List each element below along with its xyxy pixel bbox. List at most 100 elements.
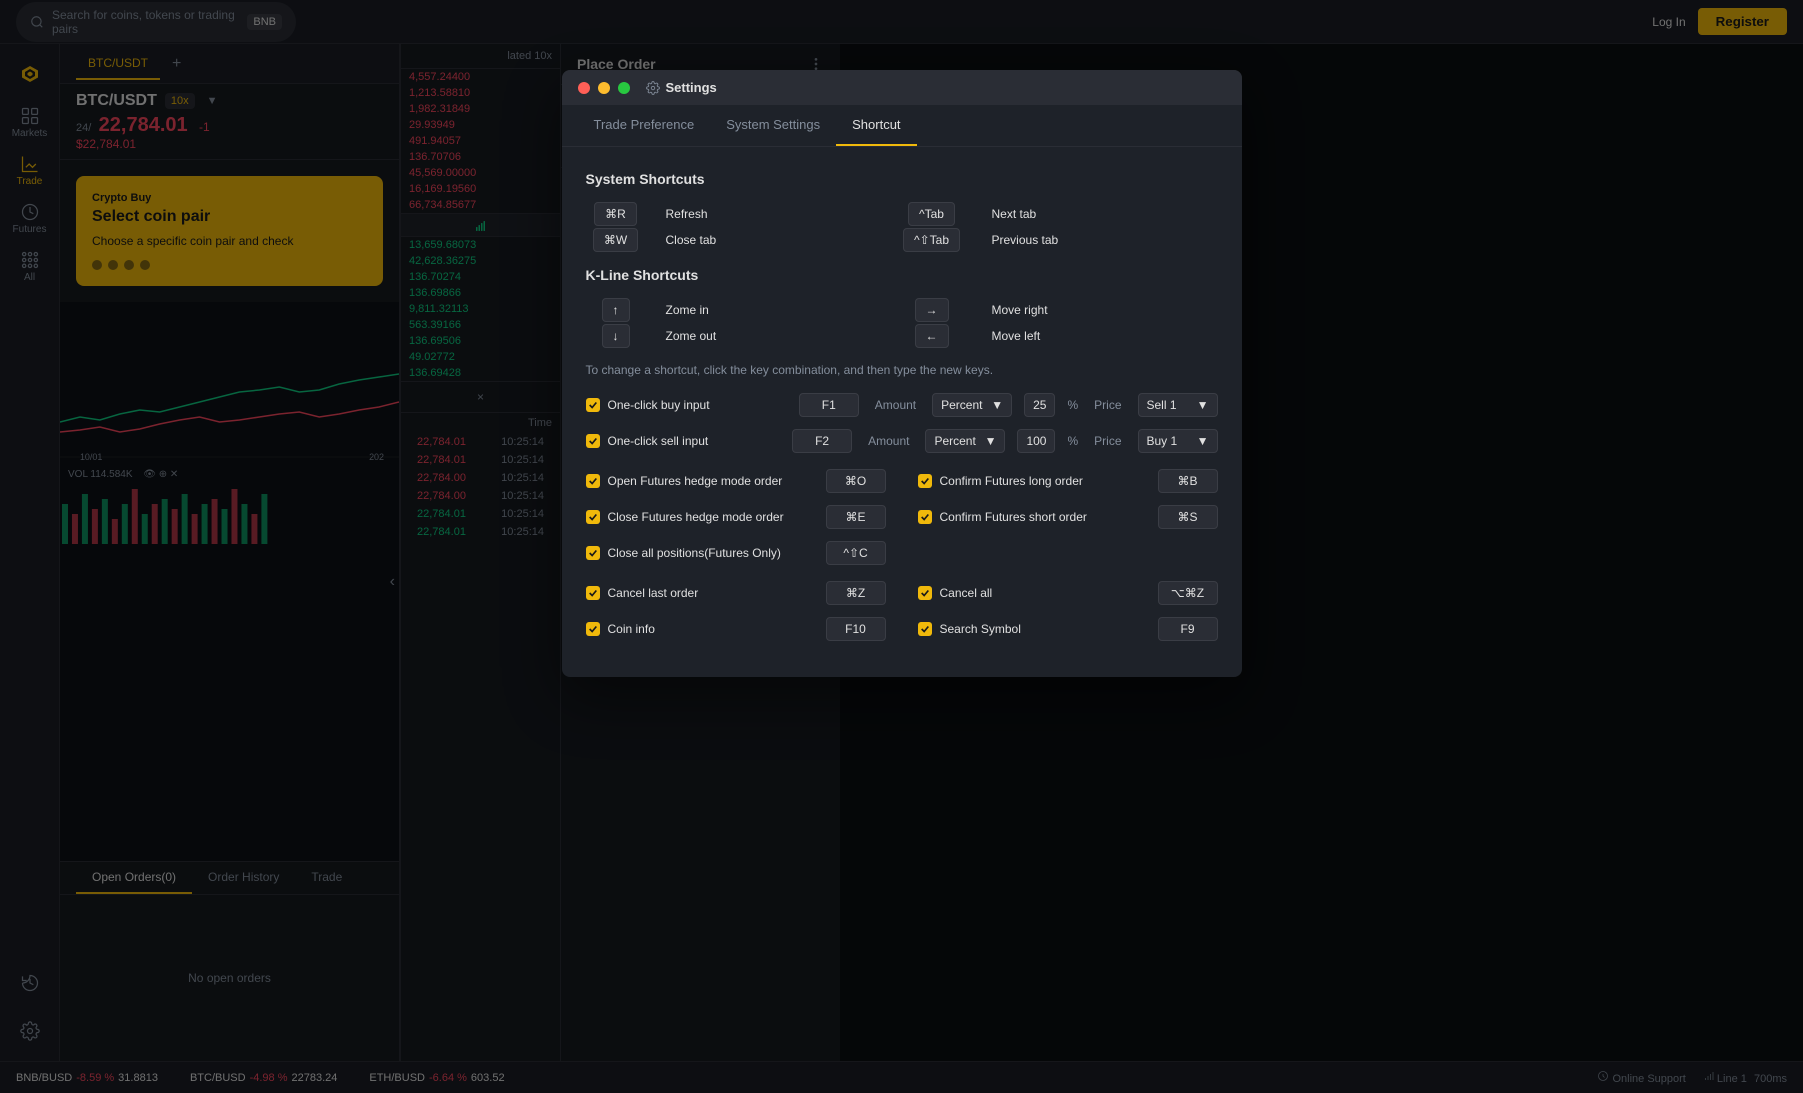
checkbox-one-click-buy[interactable] bbox=[586, 398, 600, 412]
futures-long-key[interactable]: ⌘B bbox=[1158, 469, 1218, 493]
sys-name2-2: Previous tab bbox=[992, 233, 1218, 247]
check-icon-9 bbox=[920, 624, 930, 634]
one-click-sell-pct: % bbox=[1067, 434, 1078, 448]
check-icon-2 bbox=[588, 512, 598, 522]
one-click-buy-percent-select[interactable]: Percent ▼ bbox=[932, 393, 1012, 417]
checkmark-icon-2 bbox=[588, 436, 598, 446]
checkbox-futures-hedge-close[interactable] bbox=[586, 510, 600, 524]
cancel-last-key[interactable]: ⌘Z bbox=[826, 581, 886, 605]
coin-info-key[interactable]: F10 bbox=[826, 617, 886, 641]
section-kline-title: K-Line Shortcuts bbox=[586, 267, 1218, 283]
system-shortcuts-table: ⌘R Refresh ^Tab Next tab ⌘W Close tab ^⇧… bbox=[586, 207, 1218, 247]
hint-text: To change a shortcut, click the key comb… bbox=[586, 363, 1218, 377]
one-click-sell-percent-select[interactable]: Percent ▼ bbox=[925, 429, 1005, 453]
search-symbol-label: Search Symbol bbox=[940, 622, 1150, 636]
checkbox-one-click-sell[interactable] bbox=[586, 434, 600, 448]
coin-info-label: Coin info bbox=[608, 622, 818, 636]
checkbox-search-symbol[interactable] bbox=[918, 622, 932, 636]
checkbox-futures-long[interactable] bbox=[918, 474, 932, 488]
traffic-green[interactable] bbox=[618, 82, 630, 94]
one-click-buy-row: One-click buy input F1 Amount Percent ▼ … bbox=[586, 393, 1218, 417]
other-shortcuts-grid: Cancel last order ⌘Z Coin info F10 bbox=[586, 581, 1218, 653]
checkbox-futures-close-all[interactable] bbox=[586, 546, 600, 560]
settings-modal: Settings Trade Preference System Setting… bbox=[562, 70, 1242, 677]
futures-close-all-label: Close all positions(Futures Only) bbox=[608, 546, 818, 560]
sys-name-2: Close tab bbox=[666, 233, 892, 247]
one-click-buy-price-label: Price bbox=[1094, 398, 1121, 412]
one-click-buy-amount-input[interactable]: 25 bbox=[1024, 393, 1055, 417]
check-icon-8 bbox=[920, 588, 930, 598]
sys-name2-1: Next tab bbox=[992, 207, 1218, 221]
futures-hedge-open-key[interactable]: ⌘O bbox=[826, 469, 886, 493]
one-click-buy-key[interactable]: F1 bbox=[799, 393, 859, 417]
one-click-sell-key[interactable]: F2 bbox=[792, 429, 852, 453]
modal-tab-system-settings[interactable]: System Settings bbox=[710, 105, 836, 146]
settings-icon bbox=[646, 81, 660, 95]
checkbox-cancel-all[interactable] bbox=[918, 586, 932, 600]
sys-key2-2: ^⇧Tab bbox=[892, 233, 972, 247]
sys-key-shift-tab[interactable]: ^⇧Tab bbox=[903, 228, 960, 252]
modal-title-text: Settings bbox=[666, 80, 717, 95]
futures-short-label: Confirm Futures short order bbox=[940, 510, 1150, 524]
futures-left-col: Open Futures hedge mode order ⌘O Close F… bbox=[586, 469, 886, 577]
cancel-last-row: Cancel last order ⌘Z bbox=[586, 581, 886, 605]
modal-body: System Shortcuts ⌘R Refresh ^Tab Next ta… bbox=[562, 147, 1242, 677]
traffic-red[interactable] bbox=[578, 82, 590, 94]
checkbox-futures-short[interactable] bbox=[918, 510, 932, 524]
traffic-yellow[interactable] bbox=[598, 82, 610, 94]
futures-close-all-row: Close all positions(Futures Only) ^⇧C bbox=[586, 541, 886, 565]
futures-right-col: Confirm Futures long order ⌘B Confirm Fu… bbox=[918, 469, 1218, 577]
one-click-sell-row: One-click sell input F2 Amount Percent ▼… bbox=[586, 429, 1218, 453]
futures-hedge-close-label: Close Futures hedge mode order bbox=[608, 510, 818, 524]
sys-key2-1: ^Tab bbox=[892, 207, 972, 221]
sys-shortcut-1: ⌘R Refresh ^Tab Next tab bbox=[586, 207, 1218, 221]
kline-name-2: Zome out bbox=[666, 329, 892, 343]
check-icon bbox=[588, 476, 598, 486]
modal-tab-shortcut[interactable]: Shortcut bbox=[836, 105, 916, 146]
kline-shortcut-2: ↓ Zome out ← Move left bbox=[586, 329, 1218, 343]
checkbox-cancel-last[interactable] bbox=[586, 586, 600, 600]
check-icon-7 bbox=[588, 624, 598, 634]
check-icon-5 bbox=[920, 512, 930, 522]
sys-key-cmd-r[interactable]: ⌘R bbox=[594, 202, 637, 226]
sys-key-2: ⌘W bbox=[586, 233, 646, 247]
one-click-sell-buy1-select[interactable]: Buy 1 ▼ bbox=[1138, 429, 1218, 453]
modal-titlebar: Settings bbox=[562, 70, 1242, 105]
checkbox-coin-info[interactable] bbox=[586, 622, 600, 636]
sys-key-cmd-w[interactable]: ⌘W bbox=[593, 228, 638, 252]
sys-name-1: Refresh bbox=[666, 207, 892, 221]
futures-close-all-key[interactable]: ^⇧C bbox=[826, 541, 886, 565]
kline-key-up[interactable]: ↑ bbox=[602, 298, 630, 322]
checkbox-futures-hedge-open[interactable] bbox=[586, 474, 600, 488]
futures-hedge-open-label: Open Futures hedge mode order bbox=[608, 474, 818, 488]
one-click-sell-amount-input[interactable]: 100 bbox=[1017, 429, 1055, 453]
other-right-col: Cancel all ⌥⌘Z Search Symbol F9 bbox=[918, 581, 1218, 653]
cancel-last-label: Cancel last order bbox=[608, 586, 818, 600]
modal-overlay: Settings Trade Preference System Setting… bbox=[0, 0, 1803, 1093]
kline-key-left[interactable]: ← bbox=[915, 324, 949, 348]
section-system-title: System Shortcuts bbox=[586, 171, 1218, 187]
check-icon-4 bbox=[920, 476, 930, 486]
kline-key-down[interactable]: ↓ bbox=[602, 324, 630, 348]
one-click-buy-sell1-select[interactable]: Sell 1 ▼ bbox=[1138, 393, 1218, 417]
cancel-all-key[interactable]: ⌥⌘Z bbox=[1158, 581, 1218, 605]
one-click-buy-name: One-click buy input bbox=[608, 398, 791, 412]
check-icon-3 bbox=[588, 548, 598, 558]
search-symbol-key[interactable]: F9 bbox=[1158, 617, 1218, 641]
futures-long-row: Confirm Futures long order ⌘B bbox=[918, 469, 1218, 493]
one-click-sell-name: One-click sell input bbox=[608, 434, 785, 448]
futures-hedge-open-row: Open Futures hedge mode order ⌘O bbox=[586, 469, 886, 493]
sys-key-tab[interactable]: ^Tab bbox=[908, 202, 955, 226]
modal-tabs: Trade Preference System Settings Shortcu… bbox=[562, 105, 1242, 147]
coin-info-row: Coin info F10 bbox=[586, 617, 886, 641]
kline-key-right[interactable]: → bbox=[915, 298, 949, 322]
futures-hedge-close-key[interactable]: ⌘E bbox=[826, 505, 886, 529]
futures-short-key[interactable]: ⌘S bbox=[1158, 505, 1218, 529]
sys-key-1: ⌘R bbox=[586, 207, 646, 221]
kline-key-2: ↓ bbox=[586, 329, 646, 343]
modal-title: Settings bbox=[646, 80, 717, 95]
futures-hedge-close-row: Close Futures hedge mode order ⌘E bbox=[586, 505, 886, 529]
kline-name2-2: Move left bbox=[992, 329, 1218, 343]
one-click-buy-pct: % bbox=[1067, 398, 1078, 412]
modal-tab-trade-pref[interactable]: Trade Preference bbox=[578, 105, 711, 146]
